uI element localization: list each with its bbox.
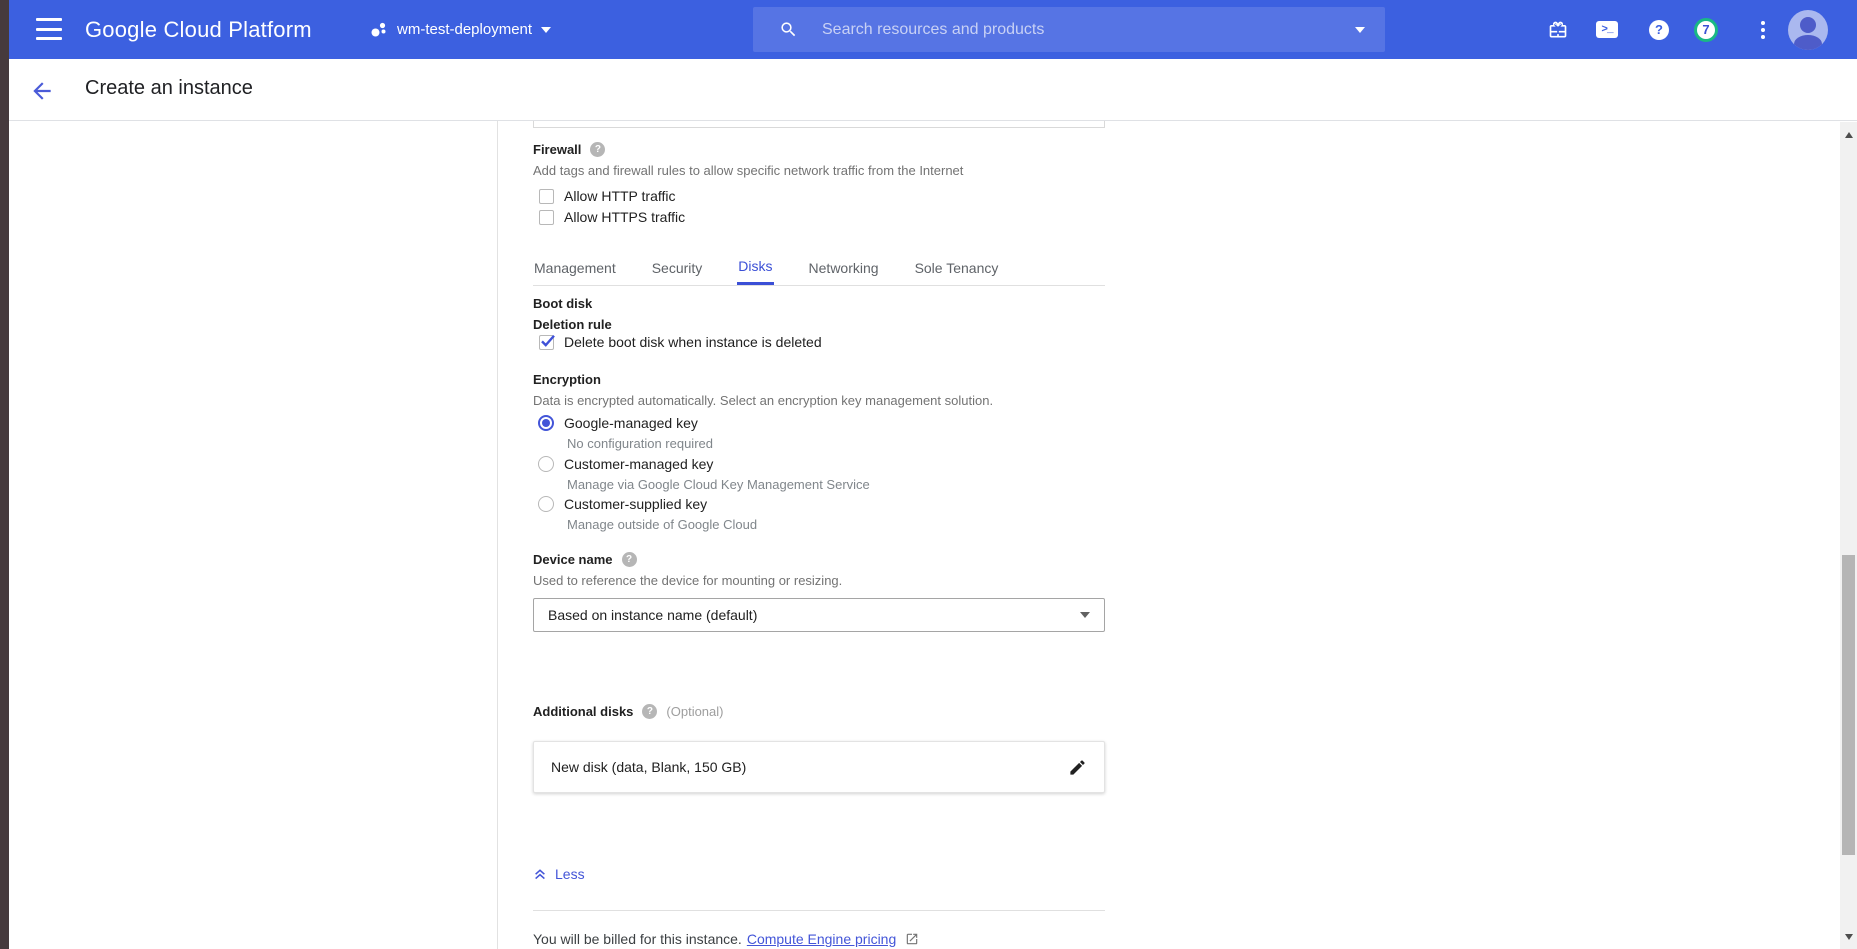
boot-disk-heading: Boot disk: [533, 296, 592, 311]
pencil-icon: [1068, 758, 1087, 777]
radio-unselected-icon: [538, 496, 554, 512]
page-title: Create an instance: [85, 77, 253, 100]
search-bar[interactable]: [753, 7, 1385, 52]
device-name-help-icon[interactable]: ?: [622, 552, 637, 567]
device-name-select[interactable]: Based on instance name (default): [533, 598, 1105, 632]
cloud-shell-button[interactable]: >_: [1585, 0, 1629, 59]
tab-disks[interactable]: Disks: [737, 250, 773, 285]
tab-management[interactable]: Management: [533, 250, 617, 285]
external-link-icon: [905, 932, 919, 946]
radio-sublabel: No configuration required: [567, 436, 713, 451]
page-header: Create an instance: [0, 59, 1857, 121]
encryption-label: Encryption: [533, 372, 601, 387]
radio-sublabel: Manage outside of Google Cloud: [567, 517, 757, 532]
allow-https-checkbox-row[interactable]: Allow HTTPS traffic: [539, 209, 685, 225]
tab-security[interactable]: Security: [651, 250, 704, 285]
tab-sole-tenancy[interactable]: Sole Tenancy: [914, 250, 1000, 285]
encryption-description: Data is encrypted automatically. Select …: [533, 393, 993, 408]
radio-selected-icon: [538, 415, 554, 431]
chevron-down-icon: [541, 27, 551, 33]
firewall-section-label: Firewall ?: [533, 142, 605, 157]
checkbox-unchecked-icon: [539, 210, 554, 225]
edit-disk-button[interactable]: [1068, 758, 1087, 777]
offers-button[interactable]: [1536, 0, 1580, 59]
more-options-button[interactable]: [1741, 0, 1785, 59]
window-edge: [0, 0, 9, 949]
optional-label: (Optional): [666, 704, 723, 719]
radio-google-managed-key[interactable]: Google-managed key: [538, 415, 698, 431]
chevron-double-up-icon: [533, 867, 547, 881]
app-header: Google Cloud Platform wm-test-deployment…: [0, 0, 1857, 59]
checkbox-checked-icon: [539, 335, 554, 350]
triangle-up-icon: [1845, 132, 1853, 138]
search-input[interactable]: [822, 21, 1355, 39]
screen: Google Cloud Platform wm-test-deployment…: [0, 0, 1857, 949]
disk-card: New disk (data, Blank, 150 GB): [533, 741, 1105, 793]
panel-divider: [497, 121, 498, 949]
project-selector[interactable]: wm-test-deployment: [370, 0, 551, 59]
radio-customer-supplied-key[interactable]: Customer-supplied key: [538, 496, 707, 512]
menu-button[interactable]: [36, 18, 62, 40]
tab-networking[interactable]: Networking: [808, 250, 880, 285]
section-divider: [533, 910, 1105, 911]
help-button[interactable]: ?: [1637, 0, 1681, 59]
checkbox-unchecked-icon: [539, 189, 554, 204]
scrollbar-thumb[interactable]: [1842, 555, 1855, 855]
left-panel: [9, 121, 497, 949]
back-arrow-icon: [29, 78, 55, 104]
triangle-down-icon: [1845, 934, 1853, 940]
additional-disks-label: Additional disks ? (Optional): [533, 704, 723, 719]
gift-icon: [1548, 20, 1568, 40]
notifications-button[interactable]: 7: [1684, 0, 1728, 59]
radio-unselected-icon: [538, 456, 554, 472]
compute-engine-pricing-link[interactable]: Compute Engine pricing: [747, 931, 896, 947]
deletion-rule-label: Deletion rule: [533, 317, 612, 332]
avatar: [1788, 10, 1828, 50]
help-icon: ?: [1649, 20, 1669, 40]
scrollbar-up-button[interactable]: [1840, 126, 1857, 143]
back-button[interactable]: [29, 78, 55, 104]
select-chevron-down-icon: [1080, 612, 1090, 618]
radio-sublabel: Manage via Google Cloud Key Management S…: [567, 477, 870, 492]
billing-note: You will be billed for this instance. Co…: [533, 931, 919, 947]
project-icon: [370, 21, 388, 39]
search-chevron-down-icon[interactable]: [1355, 27, 1365, 33]
less-link[interactable]: Less: [533, 866, 585, 882]
firewall-description: Add tags and firewall rules to allow spe…: [533, 163, 963, 178]
device-name-selected-value: Based on instance name (default): [548, 607, 1080, 623]
scrollbar[interactable]: [1840, 122, 1857, 949]
project-name: wm-test-deployment: [397, 21, 532, 38]
vertical-dots-icon: [1761, 21, 1765, 39]
form-content: Firewall ? Add tags and firewall rules t…: [533, 0, 1105, 949]
allow-http-checkbox-row[interactable]: Allow HTTP traffic: [539, 188, 676, 204]
settings-tabs: Management Security Disks Networking Sol…: [533, 250, 1105, 286]
terminal-icon: >_: [1596, 21, 1618, 38]
firewall-help-icon[interactable]: ?: [590, 142, 605, 157]
device-name-description: Used to reference the device for mountin…: [533, 573, 842, 588]
radio-customer-managed-key[interactable]: Customer-managed key: [538, 456, 713, 472]
scrollbar-down-button[interactable]: [1840, 928, 1857, 945]
account-button[interactable]: [1786, 0, 1830, 59]
notification-badge: 7: [1694, 18, 1718, 42]
gcp-logo: Google Cloud Platform: [85, 0, 312, 59]
search-icon: [779, 20, 798, 39]
disk-card-label: New disk (data, Blank, 150 GB): [551, 759, 1068, 775]
delete-boot-disk-checkbox-row[interactable]: Delete boot disk when instance is delete…: [539, 334, 822, 350]
device-name-label: Device name ?: [533, 552, 637, 567]
additional-disks-help-icon[interactable]: ?: [642, 704, 657, 719]
